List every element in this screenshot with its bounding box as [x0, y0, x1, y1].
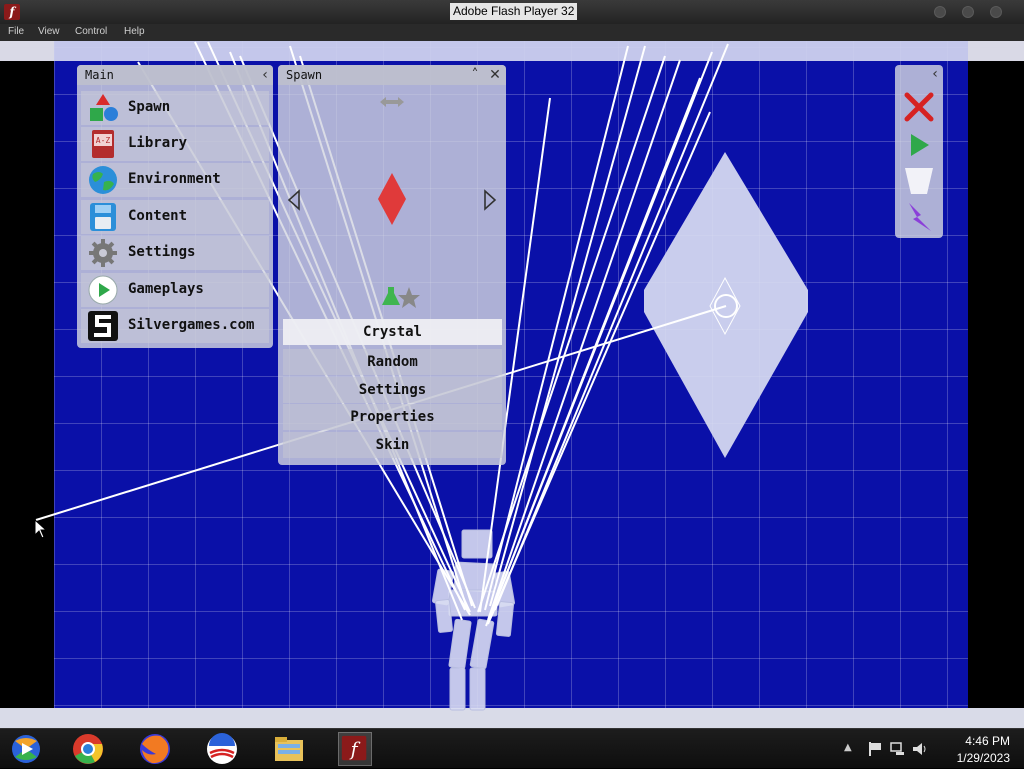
menu-control[interactable]: Control [75, 26, 107, 37]
main-item-gameplays[interactable]: Gameplays [81, 273, 269, 307]
spawn-panel: Spawn ˄ ✕ Crystal Random Settings Proper… [278, 65, 506, 465]
file-explorer-icon[interactable] [272, 732, 306, 766]
taskbar: f ▲ 4:46 PM 1/29/2023 [0, 728, 1024, 768]
collapse-left-icon[interactable]: ‹ [257, 66, 273, 84]
main-item-label: Content [128, 208, 188, 224]
spawn-panel-title: Spawn [286, 68, 323, 82]
flash-player-icon: f [341, 735, 367, 761]
silvergames-logo-icon [88, 311, 118, 341]
flag-icon[interactable] [868, 741, 882, 757]
resize-arrows-icon[interactable] [378, 95, 406, 109]
flash-app-icon: f [4, 4, 20, 20]
crystal-preview [378, 173, 406, 225]
main-panel: Main ‹ Spawn A-Z Library Environment Con… [77, 65, 273, 348]
stage-floor [0, 708, 1024, 728]
library-book-icon: A-Z [92, 130, 114, 158]
main-item-environment[interactable]: Environment [81, 163, 269, 197]
firefox-icon[interactable] [138, 732, 172, 766]
shapes-icon [90, 94, 118, 121]
maximize-button[interactable] [962, 6, 974, 18]
flash-player-task[interactable]: f [338, 732, 372, 766]
main-item-silvergames[interactable]: Silvergames.com [81, 309, 269, 343]
main-item-label: Silvergames.com [128, 317, 255, 333]
system-tray: ▲ 4:46 PM 1/29/2023 [834, 729, 1024, 769]
windows-media-icon[interactable] [9, 732, 43, 766]
main-item-content[interactable]: Content [81, 200, 269, 234]
tool-panel: ‹ [895, 65, 943, 238]
delete-x-icon[interactable] [903, 91, 935, 123]
main-panel-header: Main ‹ [77, 65, 273, 85]
spawn-item-random[interactable]: Random [283, 349, 502, 375]
play-icon[interactable] [903, 129, 935, 161]
main-item-settings[interactable]: Settings [81, 236, 269, 270]
spawn-item-properties[interactable]: Properties [283, 404, 502, 430]
menu-file[interactable]: File [8, 26, 24, 37]
menu-bar: File View Control Help [0, 24, 1024, 41]
clock-date[interactable]: 1/29/2023 [957, 751, 1010, 765]
minimize-button[interactable] [934, 6, 946, 18]
spawn-item-settings[interactable]: Settings [283, 377, 502, 403]
spawn-panel-header: Spawn ˄ ✕ [278, 65, 506, 85]
flask-star-icon[interactable] [382, 285, 422, 309]
network-icon[interactable] [890, 741, 906, 757]
bucket-icon[interactable] [903, 165, 935, 197]
previous-arrow-icon[interactable] [286, 189, 302, 211]
show-hidden-icons-icon[interactable]: ▲ [844, 742, 852, 753]
main-item-label: Environment [128, 171, 221, 187]
speaker-icon[interactable] [912, 741, 928, 757]
main-item-spawn[interactable]: Spawn [81, 91, 269, 125]
play-icon [88, 275, 118, 305]
main-item-label: Spawn [128, 99, 171, 115]
collapse-left-icon[interactable]: ‹ [927, 65, 943, 83]
spawn-item-skin[interactable]: Skin [283, 432, 502, 458]
globe-icon [89, 166, 117, 194]
chevron-up-icon[interactable]: ˄ [467, 66, 483, 84]
obama-logo-icon[interactable] [205, 732, 239, 766]
floppy-disk-icon [90, 203, 116, 231]
mouse-cursor-icon [34, 519, 48, 539]
menu-view[interactable]: View [38, 26, 60, 37]
stage-top-bar [54, 41, 968, 61]
close-icon[interactable]: ✕ [487, 66, 503, 84]
clock-time[interactable]: 4:46 PM [965, 734, 1010, 748]
main-item-library[interactable]: A-Z Library [81, 127, 269, 161]
main-panel-title: Main [85, 68, 114, 82]
lightning-icon[interactable] [903, 201, 935, 233]
spawn-item-crystal[interactable]: Crystal [283, 319, 502, 345]
window-titlebar: f Adobe Flash Player 32 [0, 0, 1024, 24]
window-title: Adobe Flash Player 32 [450, 3, 578, 20]
menu-help[interactable]: Help [124, 26, 145, 37]
main-item-label: Library [128, 135, 188, 151]
next-arrow-icon[interactable] [482, 189, 498, 211]
gear-icon [89, 239, 117, 267]
main-item-label: Gameplays [128, 281, 204, 297]
svg-text:A-Z: A-Z [96, 136, 111, 145]
close-button[interactable] [990, 6, 1002, 18]
main-item-label: Settings [128, 244, 196, 260]
chrome-icon[interactable] [71, 732, 105, 766]
